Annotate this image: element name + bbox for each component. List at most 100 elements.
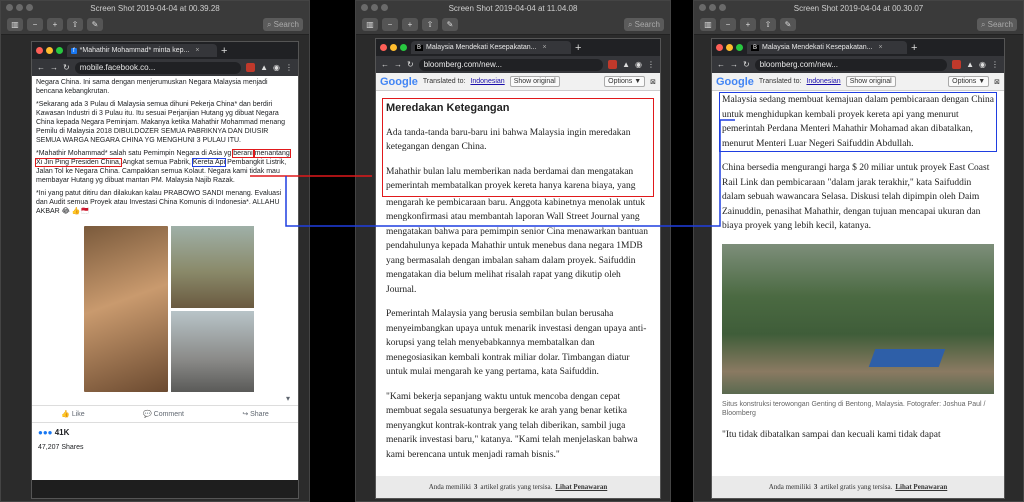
url-field[interactable]: bloomberg.com/new... — [418, 58, 604, 71]
account-icon[interactable]: ◉ — [273, 63, 280, 72]
google-logo: Google — [380, 75, 418, 88]
offers-link[interactable]: Lihat Penawaran — [895, 483, 947, 491]
reload-icon[interactable]: ↻ — [407, 60, 414, 69]
markup-pen-icon[interactable]: ✎ — [87, 18, 103, 31]
post-actions: 👍 Like 💬 Comment ↪ Share — [32, 405, 298, 423]
markup-pen-icon[interactable]: ✎ — [442, 18, 458, 31]
zoom-in-icon[interactable]: + — [47, 18, 63, 31]
browser-controls[interactable] — [36, 47, 63, 54]
language-link[interactable]: Indonesian — [470, 78, 504, 85]
post-images[interactable] — [84, 226, 254, 392]
options-button[interactable]: Options ▼ — [604, 76, 646, 87]
account-icon[interactable]: ◉ — [979, 60, 986, 69]
zoom-out-icon[interactable]: − — [27, 18, 43, 31]
forward-icon[interactable]: → — [730, 60, 738, 69]
google-logo: Google — [716, 75, 754, 88]
highlight-blue: Kereta Api — [191, 158, 227, 167]
menu-icon[interactable]: ⋮ — [991, 60, 999, 69]
close-tab-icon[interactable]: × — [879, 44, 883, 51]
address-bar: ← → ↻ bloomberg.com/new... ▲ ◉ ⋮ — [376, 56, 660, 73]
sidebar-toggle-icon[interactable]: ▥ — [362, 18, 378, 31]
zoom-out-icon[interactable]: − — [382, 18, 398, 31]
language-link[interactable]: Indonesian — [806, 78, 840, 85]
search-field[interactable]: ⌕ Search — [623, 18, 664, 31]
show-original-button[interactable]: Show original — [845, 76, 896, 87]
close-icon[interactable]: ⊠ — [994, 78, 1000, 86]
search-icon: ⌕ — [266, 19, 274, 29]
close-icon[interactable]: ⊠ — [650, 78, 656, 86]
construction-photo — [170, 226, 254, 308]
reload-icon[interactable]: ↻ — [63, 63, 70, 72]
new-tab-icon[interactable]: + — [911, 42, 917, 54]
close-tab-icon[interactable]: × — [543, 44, 547, 51]
back-icon[interactable]: ← — [717, 60, 725, 69]
share-icon[interactable]: ⇧ — [422, 18, 438, 31]
menu-icon[interactable]: ⋮ — [647, 60, 655, 69]
google-translate-bar: Google Translated to: Indonesian Show or… — [712, 73, 1004, 91]
new-tab-icon[interactable]: + — [575, 42, 581, 54]
options-button[interactable]: Options ▼ — [948, 76, 990, 87]
window-controls[interactable] — [6, 4, 33, 11]
share-button[interactable]: ↪ Share — [242, 410, 269, 418]
paywall-bar: Anda memiliki 3 artikel gratis yang ters… — [712, 476, 1004, 498]
new-tab-icon[interactable]: + — [221, 45, 227, 57]
zoom-in-icon[interactable]: + — [740, 18, 756, 31]
extension-icon[interactable] — [952, 60, 962, 69]
highlight-red: berani — [232, 149, 254, 158]
screenshot-window-1: Screen Shot 2019-04-04 at 00.39.28 ▥ − +… — [0, 0, 310, 502]
building-roof — [868, 348, 946, 367]
menu-icon[interactable]: ⋮ — [285, 63, 293, 72]
tab-bar: B Malaysia Mendekati Kesepakatan... × + — [712, 39, 1004, 56]
zoom-out-icon[interactable]: − — [720, 18, 736, 31]
post-menu[interactable]: ▾ — [32, 392, 298, 405]
browser-window: B Malaysia Mendekati Kesepakatan... × + … — [711, 38, 1005, 499]
account-icon[interactable]: ◉ — [635, 60, 642, 69]
reload-icon[interactable]: ↻ — [743, 60, 750, 69]
url-field[interactable]: mobile.facebook.co... — [74, 61, 242, 74]
search-field[interactable]: ⌕ Search — [262, 18, 303, 31]
back-icon[interactable]: ← — [37, 63, 45, 72]
construction-site-photo[interactable] — [722, 243, 994, 394]
share-icon[interactable]: ⇧ — [67, 18, 83, 31]
reactions-count[interactable]: ●●● 41K — [32, 423, 298, 442]
facebook-page: Negara China. Ini sama dengan menjerumus… — [32, 76, 298, 480]
browser-window: f *Mahathir Mohammad* minta kep... × + ←… — [31, 41, 299, 499]
url-field[interactable]: bloomberg.com/new... — [754, 58, 948, 71]
tab-facebook[interactable]: f *Mahathir Mohammad* minta kep... × — [67, 44, 217, 57]
markup-pen-icon[interactable]: ✎ — [780, 18, 796, 31]
forward-icon[interactable]: → — [50, 63, 58, 72]
paywall-bar: Anda memiliki 3 artikel gratis yang ters… — [376, 476, 660, 498]
sidebar-toggle-icon[interactable]: ▥ — [700, 18, 716, 31]
window-titlebar: Screen Shot 2019-04-04 at 00.30.07 — [694, 1, 1023, 15]
photo-caption: Situs konstruksi terowongan Genting di B… — [722, 400, 986, 417]
tab-bloomberg[interactable]: B Malaysia Mendekati Kesepakatan... × — [411, 41, 571, 54]
shares-count[interactable]: 47,207 Shares — [32, 442, 298, 453]
window-controls[interactable] — [361, 4, 388, 11]
window-title: Screen Shot 2019-04-04 at 00.39.28 — [90, 3, 220, 13]
search-field[interactable]: ⌕ Search — [976, 18, 1017, 31]
comment-button[interactable]: 💬 Comment — [143, 410, 184, 418]
share-icon[interactable]: ⇧ — [760, 18, 776, 31]
extension-icon[interactable] — [608, 60, 618, 69]
tab-bloomberg[interactable]: B Malaysia Mendekati Kesepakatan... × — [747, 41, 907, 54]
close-tab-icon[interactable]: × — [195, 47, 199, 54]
zoom-in-icon[interactable]: + — [402, 18, 418, 31]
alert-icon[interactable]: ▲ — [622, 60, 630, 69]
back-icon[interactable]: ← — [381, 60, 389, 69]
article-paragraph-highlight: Mahathir bulan lalu memberikan nada berd… — [386, 166, 636, 192]
search-icon: ⌕ — [980, 19, 988, 29]
browser-controls[interactable] — [716, 44, 743, 51]
offers-link[interactable]: Lihat Penawaran — [555, 483, 607, 491]
like-button[interactable]: 👍 Like — [61, 410, 85, 418]
alert-icon[interactable]: ▲ — [260, 63, 268, 72]
window-controls[interactable] — [699, 4, 726, 11]
browser-controls[interactable] — [380, 44, 407, 51]
extension-icon[interactable] — [246, 63, 256, 72]
sidebar-toggle-icon[interactable]: ▥ — [7, 18, 23, 31]
article-paragraph: mengarah ke pembicaraan baru. Anggota ka… — [386, 197, 648, 295]
forward-icon[interactable]: → — [394, 60, 402, 69]
window-titlebar: Screen Shot 2019-04-04 at 11.04.08 — [356, 1, 670, 15]
alert-icon[interactable]: ▲ — [966, 60, 974, 69]
show-original-button[interactable]: Show original — [509, 76, 560, 87]
highlight-red: Meredakan Ketegangan Ada tanda-tanda bar… — [382, 98, 654, 197]
